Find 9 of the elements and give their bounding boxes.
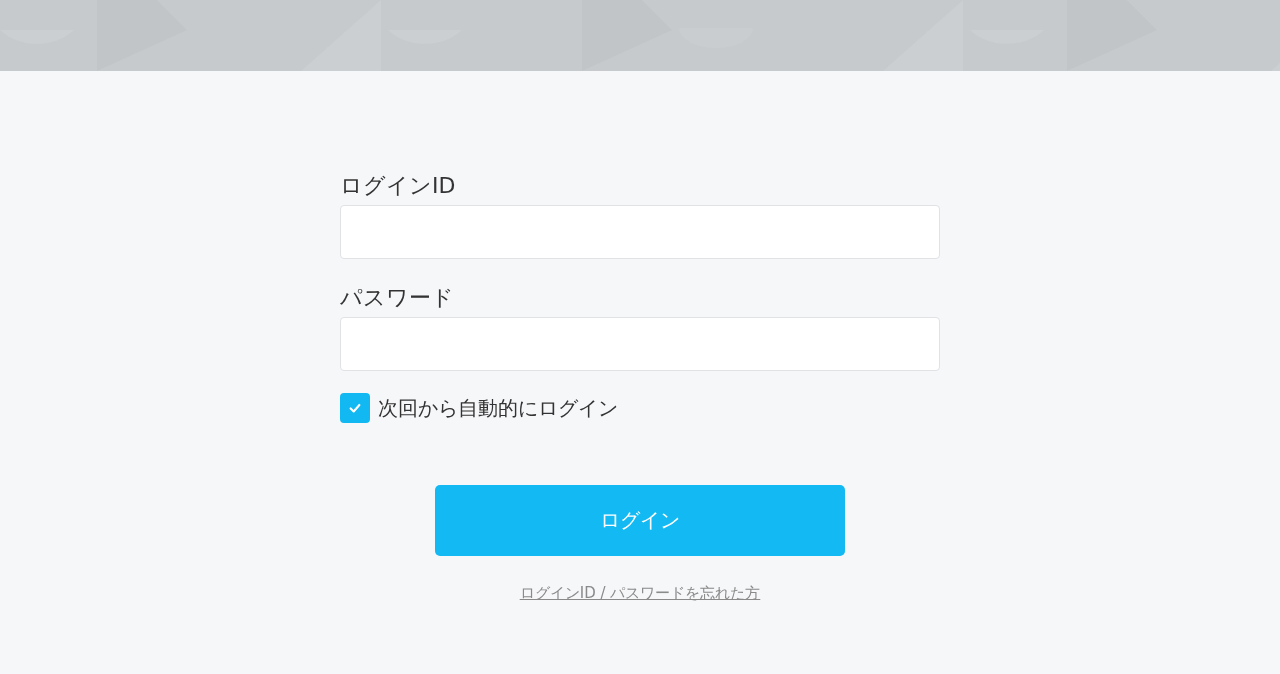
check-icon: [348, 401, 362, 415]
login-button[interactable]: ログイン: [435, 485, 845, 556]
checkbox-label: 次回から自動的にログイン: [378, 394, 618, 422]
field-label: パスワード: [340, 284, 454, 312]
password-field[interactable]: [340, 317, 940, 371]
login-id-field[interactable]: [340, 205, 940, 259]
field-label: ログインID: [340, 172, 456, 200]
checkbox[interactable]: [340, 393, 370, 423]
forgot-password-link[interactable]: ログインID / パスワードを忘れた方: [519, 584, 761, 603]
